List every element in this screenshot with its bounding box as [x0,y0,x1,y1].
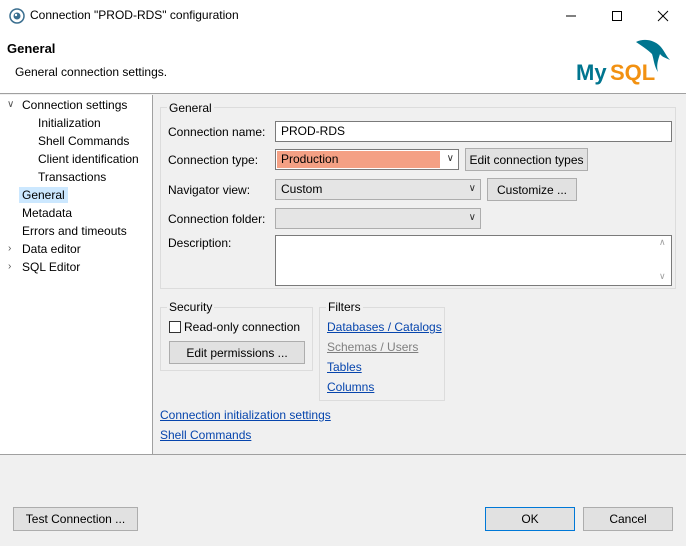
nav-item-shell-commands[interactable]: Shell Commands [35,133,132,149]
ok-button[interactable]: OK [485,507,575,531]
scroll-up-icon[interactable]: ∧ [659,237,666,248]
connection-name-input[interactable]: PROD-RDS [275,121,672,142]
readonly-label[interactable]: Read-only connection [184,320,300,334]
page-title: General [7,41,56,56]
description-label: Description: [168,236,232,250]
edit-connection-types-button[interactable]: Edit connection types [465,148,588,171]
customize-button[interactable]: Customize ... [487,178,577,201]
navigator-view-select[interactable]: Custom ∨ [275,179,481,200]
chevron-right-icon[interactable]: › [8,243,11,254]
readonly-checkbox[interactable] [169,321,181,333]
connection-name-label: Connection name: [168,125,266,139]
minimize-button[interactable] [548,0,594,32]
description-textarea[interactable] [275,235,672,286]
filter-link-tables[interactable]: Tables [327,360,362,374]
filters-group-label: Filters [326,300,363,314]
test-connection-button[interactable]: Test Connection ... [13,507,138,531]
title-bar: Connection "PROD-RDS" configuration [0,0,686,32]
description-scrollbar[interactable]: ∧ ∨ [657,236,671,285]
connection-init-settings-link[interactable]: Connection initialization settings [160,408,331,422]
navigator-view-label: Navigator view: [168,183,251,197]
cancel-button[interactable]: Cancel [583,507,673,531]
nav-item-data-editor[interactable]: Data editor [19,241,84,257]
chevron-right-icon[interactable]: › [8,261,11,272]
chevron-down-icon: ∨ [468,212,476,223]
nav-item-client-identification[interactable]: Client identification [35,151,142,167]
nav-item-transactions[interactable]: Transactions [35,169,109,185]
maximize-icon [612,11,622,21]
navigator-view-value: Custom [281,182,323,196]
svg-text:SQL: SQL [610,60,655,85]
nav-item-metadata[interactable]: Metadata [19,205,75,221]
connection-folder-label: Connection folder: [168,212,266,226]
close-icon [657,10,669,22]
test-connection-label: Test Connection ... [25,512,126,526]
general-group-label: General [167,101,214,115]
page-subtitle: General connection settings. [15,65,168,79]
footer-divider [0,454,686,455]
connection-folder-select[interactable]: ∨ [275,208,481,229]
security-group-label: Security [167,300,215,314]
main-panel: General Connection name: PROD-RDS Connec… [154,95,686,454]
edit-permissions-button[interactable]: Edit permissions ... [169,341,305,364]
filter-link-columns[interactable]: Columns [327,380,374,394]
filter-link-schemas-users: Schemas / Users [327,340,419,354]
mysql-logo: My SQL [574,36,678,90]
connection-type-select[interactable]: Production ∨ [275,149,459,170]
connection-type-value: Production [281,152,339,166]
nav-item-initialization[interactable]: Initialization [35,115,104,131]
page-header: General General connection settings. My … [0,32,686,94]
dbeaver-icon [9,8,25,24]
filter-link-databases-catalogs[interactable]: Databases / Catalogs [327,320,442,334]
nav-item-sql-editor[interactable]: SQL Editor [19,259,83,275]
chevron-down-icon[interactable]: ∨ [7,99,14,110]
connection-type-label: Connection type: [168,153,259,167]
nav-item-errors-and-timeouts[interactable]: Errors and timeouts [19,223,130,239]
window-title: Connection "PROD-RDS" configuration [30,8,239,22]
nav-item-general[interactable]: General [19,187,68,203]
close-window-button[interactable] [640,0,686,32]
scroll-down-icon[interactable]: ∨ [659,271,666,282]
nav-item-connection-settings[interactable]: Connection settings [19,97,130,113]
minimize-icon [566,15,576,17]
settings-nav-tree: ∨ Connection settings Initialization She… [0,95,153,454]
maximize-button[interactable] [594,0,640,32]
chevron-down-icon: ∨ [468,183,476,194]
shell-commands-link[interactable]: Shell Commands [160,428,251,442]
svg-text:My: My [576,60,607,85]
chevron-down-icon: ∨ [446,153,454,164]
